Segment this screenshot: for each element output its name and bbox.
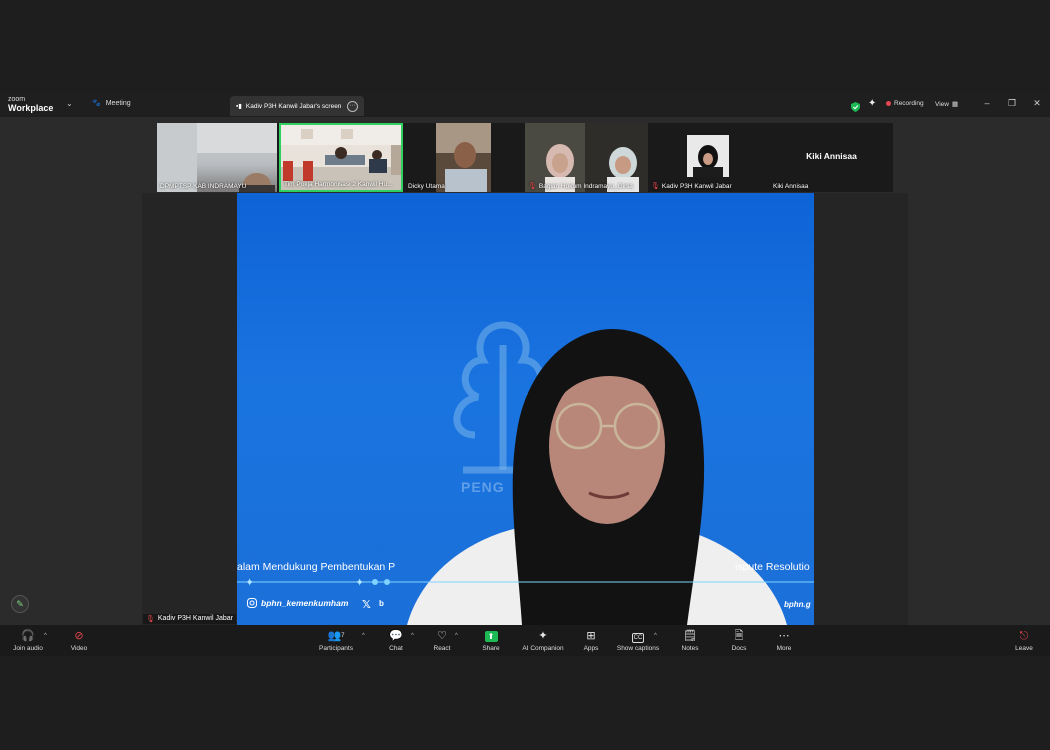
more-options-icon[interactable]: ⋯ bbox=[347, 100, 358, 112]
banner-text-left: alam Mendukung Pembentukan P bbox=[237, 561, 396, 573]
chevron-down-icon[interactable]: ⌄ bbox=[66, 99, 73, 108]
participant-tile[interactable]: 🎙 Bagian Hukum Indramayu_Ginia bbox=[525, 123, 648, 192]
notes-icon: 🗒 bbox=[683, 630, 697, 642]
close-icon[interactable]: ✕ bbox=[1030, 98, 1044, 109]
captions-caret-icon[interactable]: ^ bbox=[654, 633, 657, 639]
video-label: Video bbox=[70, 645, 88, 652]
banner-text-right: ispute Resolutio bbox=[735, 561, 810, 573]
ai-companion-label: AI Companion bbox=[522, 645, 564, 652]
svg-text:✦: ✦ bbox=[355, 577, 364, 589]
participants-caret-icon[interactable]: ^ bbox=[362, 633, 365, 639]
more-label: More bbox=[776, 645, 792, 652]
instagram-icon bbox=[247, 598, 257, 608]
waveform-decoration: ✦ ✦ bbox=[237, 577, 814, 589]
more-dots-icon: ⋯ bbox=[778, 630, 790, 642]
screen-tab-label: Kadiv P3H Kanwil Jabar's screen bbox=[245, 102, 342, 110]
annotate-pen-icon[interactable]: ✎ bbox=[11, 595, 29, 613]
participant-name: DPMPTSP KAB INDRAMAYU bbox=[160, 183, 247, 190]
chat-caret-icon[interactable]: ^ bbox=[411, 633, 414, 639]
zoom-workplace-logo[interactable]: zoom Workplace bbox=[8, 96, 54, 113]
x-handle-text: b bbox=[379, 599, 384, 608]
view-label: View bbox=[935, 100, 949, 108]
share-label: Share bbox=[482, 645, 500, 652]
leave-label: Leave bbox=[1015, 645, 1033, 652]
participant-name: Tim Pokja Harmonisasi 2 Kanwil Hu... bbox=[284, 181, 393, 188]
active-speaker-name: Kadiv P3H Kanwil Jabar bbox=[157, 615, 233, 622]
share-arrow-icon: ⬆ bbox=[465, 629, 517, 643]
participant-tile[interactable]: Kiki Annisaa Kiki Annisaa bbox=[770, 123, 893, 192]
instagram-handle-text: bphn_kemenkumham bbox=[261, 598, 349, 608]
participants-label: Participants bbox=[319, 645, 353, 652]
svg-text:✦: ✦ bbox=[245, 577, 254, 589]
participants-count: 7 bbox=[341, 633, 345, 639]
ai-companion-icon: ✦ bbox=[538, 630, 548, 642]
screen-share-tab[interactable]: ▪▮ Kadiv P3H Kanwil Jabar's screen ⋯ bbox=[230, 96, 364, 116]
x-logo-icon: 𝕏 bbox=[362, 599, 371, 611]
paw-icon: 🐾 bbox=[92, 100, 101, 107]
more-button[interactable]: ⋯ More bbox=[758, 629, 810, 652]
participant-tile[interactable]: 🎙 Kadiv P3H Kanwil Jabar bbox=[648, 123, 770, 192]
notes-button[interactable]: 🗒 Notes bbox=[664, 629, 716, 652]
meeting-label: Meeting bbox=[105, 99, 131, 107]
video-off-icon: ⊘ bbox=[74, 630, 84, 642]
notes-label: Notes bbox=[681, 645, 699, 652]
instagram-handle: bphn_kemenkumham bbox=[247, 598, 348, 608]
recording-indicator[interactable]: Recording bbox=[886, 100, 924, 107]
react-label: React bbox=[433, 645, 451, 652]
leave-icon: ⎋ bbox=[1019, 630, 1029, 642]
apps-label: Apps bbox=[583, 645, 599, 652]
participants-icon: 👥7 bbox=[327, 630, 345, 642]
participant-name: Kiki Annisaa bbox=[773, 183, 809, 190]
share-button[interactable]: ⬆ Share bbox=[465, 629, 517, 652]
shared-screen[interactable]: PENG alam Mendukung Pembentukan P ispute… bbox=[237, 193, 814, 625]
recording-label: Recording bbox=[894, 100, 924, 107]
participant-center-name: Kiki Annisaa bbox=[806, 151, 857, 161]
minimize-icon[interactable]: – bbox=[980, 98, 994, 108]
participant-name: 🎙 Kadiv P3H Kanwil Jabar bbox=[651, 182, 732, 191]
record-dot-icon bbox=[886, 101, 891, 106]
mic-muted-icon: 🎙 bbox=[146, 616, 155, 623]
restore-icon[interactable]: ❐ bbox=[1005, 98, 1019, 109]
leave-button[interactable]: ⎋ Leave bbox=[998, 629, 1050, 652]
show-captions-label: Show captions bbox=[616, 645, 660, 652]
share-signal-icon: ▪▮ bbox=[236, 103, 242, 110]
active-speaker-label: 🎙 Kadiv P3H Kanwil Jabar bbox=[143, 614, 236, 624]
grid-icon: ▦ bbox=[951, 101, 959, 108]
participant-tile[interactable]: DPMPTSP KAB INDRAMAYU bbox=[157, 123, 277, 192]
chat-label: Chat bbox=[389, 645, 403, 652]
react-button[interactable]: ♡ React bbox=[416, 629, 468, 652]
ai-sparkle-icon[interactable]: ✦ bbox=[868, 98, 876, 109]
participant-name-text: Bagian Hukum Indramayu_Ginia bbox=[538, 182, 633, 190]
meeting-button[interactable]: 🐾 Meeting bbox=[92, 99, 131, 108]
apps-icon: ⊞ bbox=[586, 630, 596, 642]
view-button[interactable]: View ▦ bbox=[935, 100, 959, 109]
participant-tile[interactable]: Dicky Utama bbox=[405, 123, 525, 192]
mic-muted-icon: 🎙 bbox=[651, 183, 660, 190]
react-caret-icon[interactable]: ^ bbox=[455, 633, 458, 639]
participants-button[interactable]: 👥7 Participants bbox=[310, 629, 362, 652]
chat-icon: 💬 bbox=[389, 630, 403, 642]
video-button[interactable]: ⊘ Video bbox=[53, 629, 105, 652]
participant-name: Dicky Utama bbox=[408, 183, 445, 190]
apps-button[interactable]: ⊞ Apps bbox=[565, 629, 617, 652]
participant-tile-active[interactable]: Tim Pokja Harmonisasi 2 Kanwil Hu... bbox=[279, 123, 403, 192]
shield-icon[interactable] bbox=[851, 99, 860, 117]
chat-button[interactable]: 💬 Chat bbox=[370, 629, 422, 652]
audio-options-caret-icon[interactable]: ^ bbox=[44, 633, 47, 639]
logo-workplace-text: Workplace bbox=[8, 103, 54, 113]
heart-icon: ♡ bbox=[437, 630, 447, 642]
participant-name-text: Kadiv P3H Kanwil Jabar bbox=[661, 182, 732, 190]
website-text: bphn.g bbox=[784, 600, 811, 609]
participant-name: 🎙 Bagian Hukum Indramayu_Ginia bbox=[528, 182, 633, 191]
ai-companion-button[interactable]: ✦ AI Companion bbox=[517, 629, 569, 652]
join-audio-label: Join audio bbox=[13, 645, 43, 652]
mic-muted-icon: 🎙 bbox=[528, 183, 537, 190]
